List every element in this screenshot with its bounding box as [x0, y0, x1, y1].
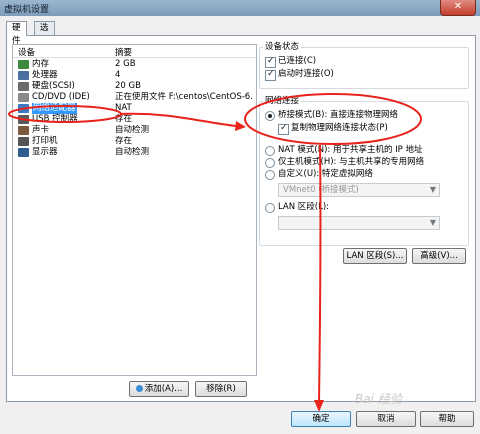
network-connection-title: 网络连接	[263, 96, 302, 106]
device-name: 打印机	[32, 136, 58, 146]
add-icon	[135, 385, 143, 392]
cd-dvd-icon	[18, 93, 29, 102]
usb-icon	[18, 115, 29, 124]
device-summary: 存在	[115, 136, 133, 146]
lan-segment-select[interactable]: ▼	[278, 216, 440, 230]
device-summary: 自动检测	[115, 147, 150, 157]
display-icon	[18, 148, 29, 157]
host-only-label: 仅主机模式(H): 与主机共享的专用网络	[278, 157, 425, 167]
device-name: 内存	[32, 59, 50, 69]
watermark: Bai 经验	[355, 392, 402, 406]
remove-device-button[interactable]: 移除(R)	[195, 381, 247, 397]
host-only-radio[interactable]	[265, 158, 275, 168]
device-name: 网络适配器	[32, 103, 77, 114]
add-device-button[interactable]: 添加(A)...	[129, 381, 189, 397]
device-summary: 自动检测	[115, 125, 150, 135]
tab-options[interactable]: 选项	[34, 21, 55, 46]
tab-hardware[interactable]: 硬件	[6, 21, 27, 46]
advanced-button[interactable]: 高级(V)...	[412, 248, 466, 264]
close-button[interactable]: ✕	[440, 0, 476, 16]
help-button[interactable]: 帮助	[420, 411, 474, 427]
device-summary: NAT	[115, 103, 132, 113]
device-summary: 2 GB	[115, 59, 136, 69]
memory-icon	[18, 60, 29, 69]
device-summary: 20 GB	[115, 81, 141, 91]
device-name: USB 控制器	[32, 114, 78, 124]
lan-segment-radio[interactable]	[265, 203, 275, 213]
nat-label: NAT 模式(N): 用于共享主机的 IP 地址	[278, 145, 423, 155]
device-name: 硬盘(SCSI)	[32, 81, 75, 91]
device-column-header: 设备	[18, 48, 36, 58]
device-summary: 存在	[115, 114, 133, 124]
summary-column-header: 摘要	[115, 48, 133, 58]
device-list-header: 设备 摘要	[13, 45, 256, 58]
connect-on-power-checkbox[interactable]	[265, 69, 276, 81]
network-adapter-icon	[18, 104, 29, 113]
device-status-group	[259, 47, 469, 89]
connected-label: 已连接(C)	[278, 56, 317, 66]
device-status-title: 设备状态	[263, 42, 302, 52]
sound-card-icon	[18, 126, 29, 135]
device-summary: 正在使用文件 F:\centos\CentOS-6....	[115, 92, 253, 102]
window-title: 虚拟机设置	[4, 5, 50, 15]
device-name: 声卡	[32, 125, 50, 135]
cancel-button[interactable]: 取消	[356, 411, 416, 427]
lan-segments-button[interactable]: LAN 区段(S)...	[343, 248, 407, 264]
title-bar[interactable]: 虚拟机设置 ✕	[0, 0, 480, 16]
device-row-printer[interactable]: 打印机 存在	[13, 136, 256, 147]
device-name: CD/DVD (IDE)	[32, 92, 90, 102]
chevron-down-icon: ▼	[429, 185, 436, 194]
device-row-display[interactable]: 显示器 自动检测	[13, 147, 256, 158]
device-row-memory[interactable]: 内存 2 GB	[13, 59, 256, 70]
vm-settings-window: 虚拟机设置 ✕ 硬件 选项 设备 摘要 内存 2 GB 处理器 4 硬盘(SCSI) 20…	[0, 0, 480, 434]
nat-radio[interactable]	[265, 146, 275, 156]
replicate-state-label: 复制物理网络连接状态(P)	[291, 123, 388, 133]
device-row-cd-dvd[interactable]: CD/DVD (IDE) 正在使用文件 F:\centos\CentOS-6...…	[13, 92, 256, 103]
processor-icon	[18, 71, 29, 80]
device-name: 处理器	[32, 70, 58, 80]
device-row-hard-disk[interactable]: 硬盘(SCSI) 20 GB	[13, 81, 256, 92]
device-summary: 4	[115, 70, 121, 80]
bridged-label: 桥接模式(B): 直接连接物理网络	[278, 110, 399, 120]
device-name: 显示器	[32, 147, 58, 157]
device-row-usb[interactable]: USB 控制器 存在	[13, 114, 256, 125]
device-row-processor[interactable]: 处理器 4	[13, 70, 256, 81]
connected-checkbox[interactable]	[265, 56, 276, 68]
connect-on-power-label: 启动时连接(O)	[278, 69, 334, 79]
device-row-network-adapter[interactable]: 网络适配器 NAT	[13, 103, 256, 114]
printer-icon	[18, 137, 29, 146]
hard-disk-icon	[18, 82, 29, 91]
custom-network-select[interactable]: VMnet0 (桥接模式) ▼	[278, 183, 440, 197]
bridged-radio[interactable]	[265, 111, 275, 121]
device-list[interactable]: 设备 摘要 内存 2 GB 处理器 4 硬盘(SCSI) 20 GB CD/DVD (IDE…	[12, 44, 257, 376]
chevron-down-icon: ▼	[429, 218, 436, 227]
custom-radio[interactable]	[265, 170, 275, 180]
device-row-sound-card[interactable]: 声卡 自动检测	[13, 125, 256, 136]
lan-segment-label: LAN 区段(L):	[278, 202, 330, 212]
ok-button[interactable]: 确定	[291, 411, 351, 427]
replicate-state-checkbox[interactable]	[278, 123, 289, 135]
hardware-panel: 设备 摘要 内存 2 GB 处理器 4 硬盘(SCSI) 20 GB CD/DVD (IDE…	[6, 35, 476, 402]
custom-label: 自定义(U): 特定虚拟网络	[278, 169, 373, 179]
